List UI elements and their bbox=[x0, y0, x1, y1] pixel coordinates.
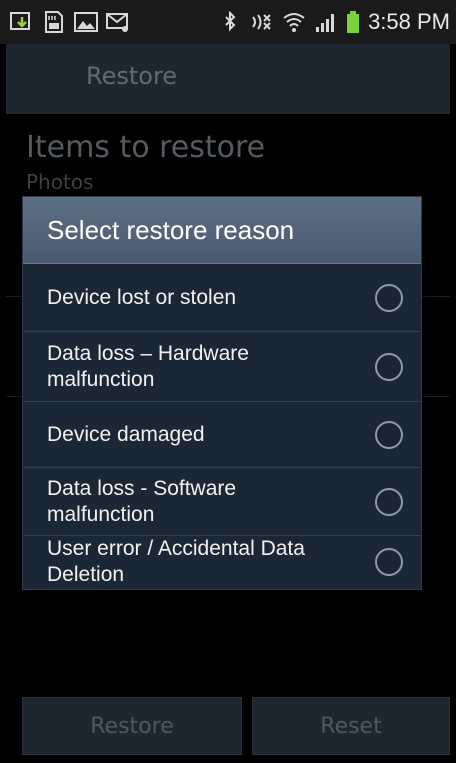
option-device-lost[interactable]: Device lost or stolen bbox=[23, 264, 421, 332]
restore-button[interactable]: Restore bbox=[22, 697, 242, 755]
sd-card-icon bbox=[45, 11, 63, 33]
restore-reason-dialog: Select restore reason Device lost or sto… bbox=[22, 196, 422, 590]
dialog-title: Select restore reason bbox=[23, 197, 421, 264]
radio-button[interactable] bbox=[375, 283, 403, 312]
items-to-restore-title: Items to restore bbox=[26, 130, 266, 165]
option-user-error[interactable]: User error / Accidental Data Deletion bbox=[23, 536, 421, 588]
status-time: 3:58 PM bbox=[368, 9, 450, 34]
option-label: Device damaged bbox=[47, 422, 205, 446]
image-icon bbox=[74, 12, 98, 32]
signal-icon bbox=[316, 14, 335, 32]
status-left-icons bbox=[0, 11, 130, 33]
option-software-malfunction[interactable]: Data loss - Software malfunction bbox=[23, 468, 421, 536]
radio-button[interactable] bbox=[375, 352, 403, 381]
option-label: Data loss - Software malfunction bbox=[47, 476, 237, 526]
status-right-icons: 3:58 PM bbox=[218, 9, 456, 35]
download-icon bbox=[10, 12, 30, 30]
action-bar: Restore bbox=[6, 44, 450, 115]
option-hardware-malfunction[interactable]: Data loss – Hardware malfunction bbox=[23, 332, 421, 402]
battery-icon bbox=[347, 11, 360, 33]
radio-button[interactable] bbox=[375, 487, 403, 516]
items-to-restore-value: Photos bbox=[26, 170, 94, 194]
radio-button[interactable] bbox=[375, 420, 403, 449]
action-bar-title: Restore bbox=[86, 62, 178, 90]
reset-button[interactable]: Reset bbox=[252, 697, 450, 755]
option-label: Data loss – Hardware malfunction bbox=[47, 341, 249, 391]
sms-icon bbox=[106, 13, 128, 32]
wifi-icon bbox=[283, 13, 305, 32]
radio-button[interactable] bbox=[375, 548, 403, 576]
status-bar: 3:58 PM bbox=[0, 0, 456, 44]
option-label: User error / Accidental Data Deletion bbox=[47, 537, 305, 586]
option-device-damaged[interactable]: Device damaged bbox=[23, 402, 421, 468]
bluetooth-icon bbox=[225, 11, 236, 32]
nfc-icon bbox=[252, 14, 271, 30]
option-label: Device lost or stolen bbox=[47, 285, 237, 309]
